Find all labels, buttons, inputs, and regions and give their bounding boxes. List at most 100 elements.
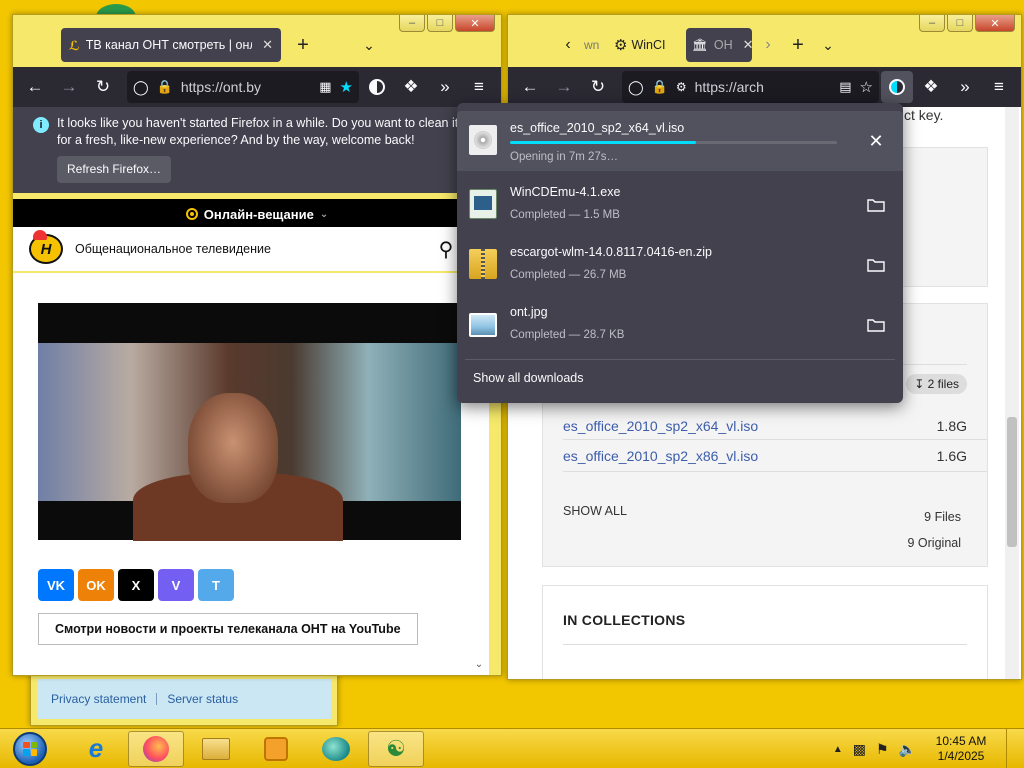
reader-view-icon[interactable]: ▤: [839, 79, 851, 95]
extension-icon[interactable]: [881, 71, 913, 103]
download-status: Completed — 1.5 MB: [510, 209, 620, 221]
ont-logo[interactable]: Н: [29, 230, 63, 264]
url-bar[interactable]: ◯ 🔒 https://ont.by ▦ ★: [127, 71, 359, 103]
file-explorer-taskbar-icon[interactable]: [188, 731, 244, 767]
image-icon: [469, 313, 497, 337]
viber-share-button[interactable]: V: [158, 569, 194, 601]
telegram-share-button[interactable]: T: [198, 569, 234, 601]
folder-icon[interactable]: [865, 315, 887, 335]
ont-favicon-icon: ℒ: [69, 38, 80, 53]
tab-scroll-left[interactable]: ‹: [554, 30, 582, 60]
download-item[interactable]: es_office_2010_sp2_x64_vl.iso Opening in…: [457, 111, 903, 171]
live-icon: [185, 208, 198, 220]
pip-icon[interactable]: ▦: [319, 79, 331, 95]
volume-icon[interactable]: 🔈: [899, 741, 916, 758]
scrollbar-thumb[interactable]: [1007, 417, 1017, 547]
disc-icon: [469, 125, 497, 155]
download-name: es_office_2010_sp2_x64_vl.iso: [510, 121, 685, 135]
search-icon[interactable]: ⚲: [439, 237, 454, 262]
show-desktop-button[interactable]: [1006, 729, 1016, 768]
close-tab-icon[interactable]: ✕: [743, 37, 752, 53]
media-player-taskbar-icon[interactable]: [248, 731, 304, 767]
download-item[interactable]: escargot-wlm-14.0.8117.0416-en.zip Compl…: [457, 235, 903, 295]
back-button[interactable]: ←: [19, 71, 51, 103]
tab-strip: ‹ wn ⚙ WinCI 🏛 ОН ✕ › + ⌄: [508, 23, 1021, 67]
back-button[interactable]: ←: [514, 71, 546, 103]
overflow-menu-icon[interactable]: »: [949, 71, 981, 103]
forward-button[interactable]: →: [548, 71, 580, 103]
show-all-link[interactable]: SHOW ALL: [563, 504, 627, 518]
folder-icon[interactable]: [865, 255, 887, 275]
vk-share-button[interactable]: VK: [38, 569, 74, 601]
bookmark-star-icon[interactable]: ☆: [860, 78, 873, 96]
action-center-flag-icon[interactable]: ⚑: [876, 741, 889, 758]
live-label: Онлайн-вещание: [203, 206, 314, 222]
lock-icon[interactable]: 🔒: [652, 79, 668, 95]
scrollbar[interactable]: [1005, 107, 1019, 679]
bookmark-star-icon[interactable]: ★: [340, 78, 353, 96]
internet-explorer-taskbar-icon[interactable]: e: [68, 731, 124, 767]
start-button[interactable]: [6, 729, 54, 768]
tab-list-button[interactable]: ⌄: [814, 30, 842, 60]
clock[interactable]: 10:45 AM 1/4/2025: [926, 734, 996, 764]
lock-icon[interactable]: 🔒: [157, 79, 173, 95]
close-tab-icon[interactable]: ✕: [262, 37, 273, 53]
download-item[interactable]: ont.jpg Completed — 28.7 KB: [457, 295, 903, 355]
panel-divider: [465, 359, 895, 360]
notification-text: It looks like you haven't started Firefo…: [57, 116, 476, 147]
file-size: 1.6G: [936, 448, 967, 464]
extensions-puzzle-icon[interactable]: ❖: [915, 71, 947, 103]
video-player[interactable]: [38, 303, 461, 541]
tab-wn[interactable]: wn: [584, 38, 612, 52]
server-status-link[interactable]: Server status: [167, 692, 238, 706]
live-broadcast-bar[interactable]: Онлайн-вещание ⌄: [13, 199, 501, 229]
hamburger-menu-icon[interactable]: ≡: [463, 71, 495, 103]
file-link-x64[interactable]: es_office_2010_sp2_x64_vl.iso: [563, 418, 758, 434]
x-share-button[interactable]: X: [118, 569, 154, 601]
firefox-taskbar-icon[interactable]: [128, 730, 184, 767]
shield-icon[interactable]: ◯: [628, 79, 644, 96]
url-text: https://arch: [694, 79, 764, 95]
tab-ont[interactable]: ℒ ТВ канал ОНТ смотреть | онлайн ✕: [61, 28, 281, 62]
files-badge[interactable]: ↧ 2 files: [906, 374, 967, 394]
clock-date: 1/4/2025: [937, 749, 985, 763]
overflow-menu-icon[interactable]: »: [429, 71, 461, 103]
scroll-down-arrow[interactable]: ⌄: [473, 659, 485, 671]
ok-share-button[interactable]: OK: [78, 569, 114, 601]
extension-icon[interactable]: [361, 71, 393, 103]
tab-archive[interactable]: 🏛 ОН ✕: [686, 28, 752, 62]
show-all-downloads-button[interactable]: Show all downloads: [473, 371, 584, 385]
forward-button[interactable]: →: [53, 71, 85, 103]
privacy-statement-link[interactable]: Privacy statement: [51, 692, 146, 706]
download-item[interactable]: WinCDEmu-4.1.exe Completed — 1.5 MB: [457, 175, 903, 235]
hamburger-menu-icon[interactable]: ≡: [983, 71, 1015, 103]
reload-button[interactable]: ↻: [582, 71, 614, 103]
messenger-taskbar-icon[interactable]: [308, 731, 364, 767]
tab-wincdemu[interactable]: ⚙ WinCI: [614, 36, 684, 54]
url-bar[interactable]: ◯ 🔒 ⚙ https://arch ▤ ☆: [622, 71, 879, 103]
clock-time: 10:45 AM: [935, 734, 987, 748]
download-status: Opening in 7m 27s…: [510, 151, 619, 163]
collections-divider: [563, 644, 967, 645]
network-icon[interactable]: ▩: [853, 741, 866, 758]
extensions-puzzle-icon[interactable]: ❖: [395, 71, 427, 103]
shield-icon[interactable]: ◯: [133, 79, 149, 96]
file-size: 1.8G: [936, 418, 967, 434]
reload-button[interactable]: ↻: [87, 71, 119, 103]
show-hidden-icons-icon[interactable]: ▲: [833, 744, 843, 755]
contacts-taskbar-icon[interactable]: ☯: [368, 730, 424, 767]
permissions-icon[interactable]: ⚙: [676, 80, 687, 94]
tab-scroll-right[interactable]: ›: [754, 30, 782, 60]
youtube-button[interactable]: Смотри новости и проекты телеканала ОНТ …: [38, 613, 418, 645]
new-tab-button[interactable]: +: [784, 30, 812, 60]
taskbar: e ☯ ▲ ▩ ⚑ 🔈 10:45 AM 1/4/2025: [0, 728, 1024, 768]
tab-list-button[interactable]: ⌄: [355, 30, 383, 60]
download-progress-fill: [510, 141, 697, 144]
refresh-firefox-button[interactable]: Refresh Firefox…: [57, 156, 172, 183]
file-row-2: es_office_2010_sp2_x86_vl.iso 1.6G: [563, 448, 987, 472]
file-link-x86[interactable]: es_office_2010_sp2_x86_vl.iso: [563, 448, 758, 464]
folder-icon[interactable]: [865, 195, 887, 215]
gear-icon: ⚙: [614, 37, 628, 54]
new-tab-button[interactable]: +: [289, 30, 317, 60]
cancel-download-button[interactable]: ✕: [865, 131, 887, 151]
